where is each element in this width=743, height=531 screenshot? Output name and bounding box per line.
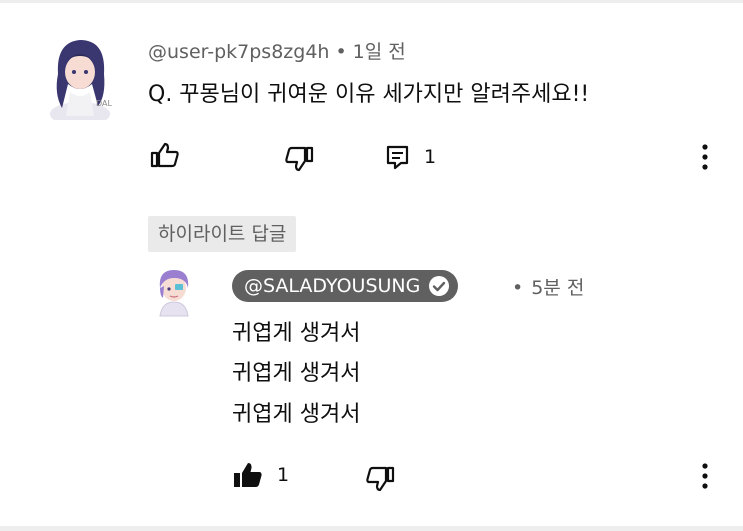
liked-icon <box>234 463 262 487</box>
channel-name-chip[interactable]: @SALADYOUSUNG <box>232 270 459 302</box>
reply-dislike-button[interactable] <box>365 466 395 492</box>
reply-text-line: 귀엽게 생겨서 <box>232 361 361 386</box>
svg-text:DAL: DAL <box>96 99 112 108</box>
reply-time[interactable]: 5분 전 <box>531 277 584 299</box>
more-icon <box>702 463 708 489</box>
reply-like-button[interactable]: 1 <box>233 462 289 488</box>
dislike-icon <box>366 466 395 492</box>
more-icon <box>702 144 708 170</box>
user-avatar[interactable]: DAL <box>40 34 120 120</box>
reply-like-count: 1 <box>277 464 290 486</box>
highlighted-reply-label: 하이라이트 답글 <box>148 216 297 252</box>
reply-count: 1 <box>424 146 437 168</box>
reply-icon <box>386 145 409 170</box>
comment-username[interactable]: @user-pk7ps8zg4h <box>148 41 329 63</box>
comment-more-button[interactable] <box>698 144 712 170</box>
reply-meta: • 5분 전 <box>512 273 584 300</box>
reply-text-line: 귀엽게 생겨서 <box>232 402 361 427</box>
reply-text-line: 귀엽게 생겨서 <box>232 321 361 346</box>
like-button[interactable] <box>150 142 180 168</box>
dislike-icon <box>285 146 314 172</box>
bottom-divider <box>0 526 743 531</box>
channel-name: @SALADYOUSUNG <box>244 275 421 297</box>
top-divider <box>0 0 743 3</box>
separator-dot: • <box>335 41 347 63</box>
reply-button[interactable]: 1 <box>386 144 436 170</box>
comment-text: Q. 꾸몽님이 귀여운 이유 세가지만 알려주세요!! <box>148 82 590 107</box>
separator-dot: • <box>512 277 524 299</box>
channel-avatar[interactable] <box>152 266 196 318</box>
like-icon <box>150 142 179 168</box>
comment-time[interactable]: 1일 전 <box>353 41 406 63</box>
reply-more-button[interactable] <box>698 463 712 489</box>
verified-icon <box>429 276 450 296</box>
dislike-button[interactable] <box>284 146 314 172</box>
comment-meta: @user-pk7ps8zg4h • 1일 전 <box>148 37 406 64</box>
